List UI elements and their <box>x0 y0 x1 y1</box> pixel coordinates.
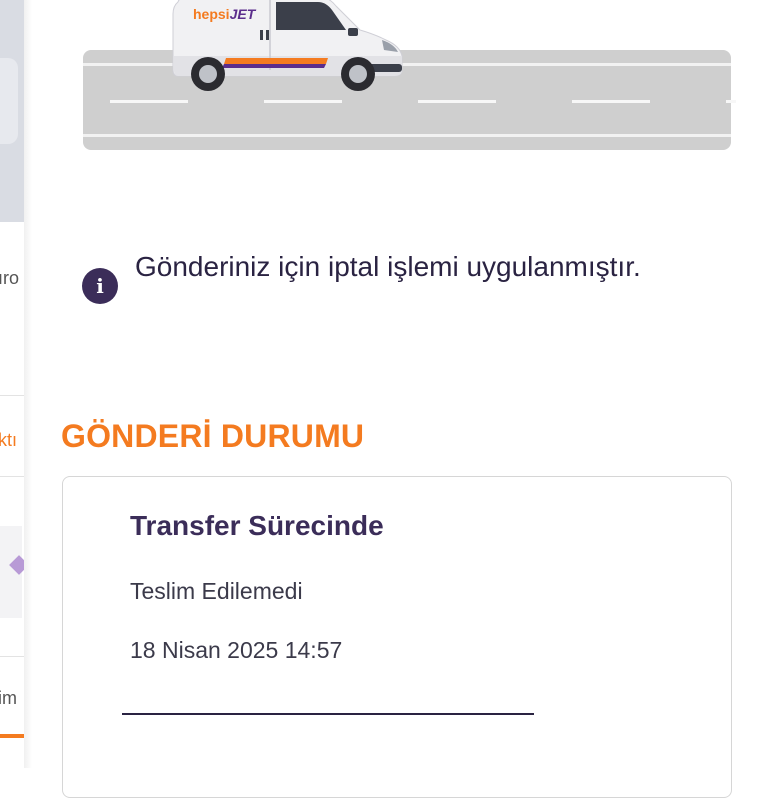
road-dash <box>110 100 188 103</box>
background-divider <box>0 476 24 477</box>
status-divider <box>122 713 534 715</box>
background-text-fragment: ıro <box>0 268 20 288</box>
background-tab-fragment: ktı <box>0 430 18 450</box>
road-dash <box>418 100 496 103</box>
van-brand-text-1: hepsi <box>193 6 230 22</box>
status-description: Teslim Edilemedi <box>130 578 303 604</box>
road-dash <box>264 100 342 103</box>
info-message-text: Gönderiniz için iptal işlemi uygulanmışt… <box>135 251 641 282</box>
sheet-edge-shadow <box>24 0 32 768</box>
background-text-fragment: im <box>0 688 17 708</box>
background-divider <box>0 395 24 396</box>
road-dash <box>726 100 736 103</box>
road-dash <box>572 100 650 103</box>
road-edge-line <box>83 134 731 137</box>
shipment-status-card: Transfer Sürecinde Teslim Edilemedi 18 N… <box>62 476 732 798</box>
van-brand-text-2: JET <box>230 6 257 22</box>
background-tab-underline <box>0 734 24 738</box>
status-title: Transfer Sürecinde <box>130 510 384 541</box>
background-divider <box>0 656 24 657</box>
background-page-strip: ıro ktı im <box>0 0 24 768</box>
status-timestamp: 18 Nisan 2025 14:57 <box>130 637 343 663</box>
shipment-status-heading: GÖNDERİ DURUMU <box>61 418 365 454</box>
svg-text:hepsiJET: hepsiJET <box>193 6 257 22</box>
info-icon: i <box>82 268 118 304</box>
delivery-van-illustration: hepsiJET <box>172 0 403 91</box>
background-card <box>0 58 18 144</box>
